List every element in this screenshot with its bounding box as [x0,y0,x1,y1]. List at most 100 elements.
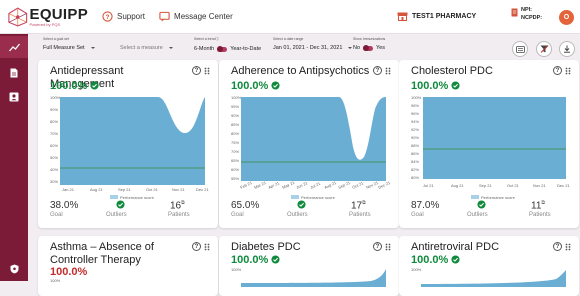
y-tick: 60% [50,143,58,148]
immunizations-no: No [353,45,361,51]
patients-label: Patients [168,212,190,218]
goal-set-value: Full Measure Set [43,45,85,51]
y-tick: 90% [411,135,419,140]
pharmacy-store-icon [397,12,408,21]
patients-count[interactable]: 16⧉ [170,200,185,211]
y-tick: 85% [231,122,239,127]
help-icon[interactable]: ? [192,66,201,75]
external-link-icon: ⧉ [181,200,185,206]
y-tick: 40% [50,167,58,172]
x-tick: Aug 21 [451,183,464,188]
help-icon[interactable]: ? [553,242,562,251]
drag-handle-icon[interactable] [385,243,391,251]
trend-right-option: Year-to-Date [230,46,262,52]
filter-button[interactable] [536,41,552,57]
card-title: Adherence to Antipsychotics [231,65,370,77]
outliers-label: Outliers [106,212,127,218]
download-icon [564,45,570,53]
x-tick: Aug 21 [90,187,103,192]
trend-label: Select a trendⓘ [194,37,220,41]
trend-chart: 100% [50,278,61,283]
sidebar-item-dashboard[interactable] [0,36,28,58]
x-tick: Apr 21 [267,180,280,190]
y-axis-ticks: 100% 95% 90% 85% 80% 75% 70% 65% 60% 55% [231,95,242,181]
x-tick: Jul 21 [309,181,321,190]
immunizations-switch[interactable] [363,45,374,51]
score-value: 100.0% [411,254,449,266]
drag-handle-icon[interactable] [565,243,571,251]
patients-label: Patients [529,212,551,218]
sidebar-item-patients[interactable] [0,86,28,108]
y-tick: 30% [50,179,58,184]
x-tick: Oct 21 [146,187,159,192]
x-tick: Aug 21 [323,180,337,190]
outliers-label: Outliers [467,212,488,218]
immunizations-yes: Yes [376,45,386,51]
patients-count[interactable]: 11⧉ [531,200,545,211]
card-score: 100.0% [231,80,280,92]
drag-handle-icon[interactable] [565,67,571,75]
trend-line-icon [8,43,20,51]
check-circle-icon [451,81,460,90]
check-circle-icon[interactable] [477,200,486,209]
trend-toggle[interactable]: Select a trendⓘ 6-Month Year-to-Date [194,37,261,52]
date-range-select[interactable]: Select a date range Jan 01, 2021 - Dec 3… [273,37,353,51]
drag-handle-icon[interactable] [204,243,210,251]
check-circle-icon[interactable] [297,200,306,209]
measure-card-antipsychotics[interactable]: Adherence to Antipsychotics 100.0% ? 100… [219,60,399,228]
measure-card-asthma[interactable]: Asthma – Absence of Controller Therapy 1… [38,236,218,296]
message-center-link[interactable]: Message Center [159,11,233,22]
pharmacy-selector[interactable]: TEST1 PHARMACY [397,12,476,21]
x-tick: Dec 21 [196,187,209,192]
brand-logo[interactable]: EQUIPP Powered by PQS [8,6,88,28]
sidebar-item-security[interactable] [0,258,28,280]
patients-count[interactable]: 17⧉ [351,200,366,211]
immunizations-toggle[interactable]: Show Immunizations No Yes [353,37,385,51]
x-tick: Oct 21 [507,183,520,188]
y-tick: 55% [231,176,239,181]
performance-area [241,269,386,287]
y-tick: 94% [411,119,419,124]
y-tick: 80% [411,175,419,180]
y-tick: 98% [411,103,419,108]
help-icon[interactable]: ? [192,242,201,251]
measure-card-antidepressant[interactable]: Antidepressant Management 100.0% ? 100% … [38,60,218,228]
check-circle-icon[interactable] [116,200,125,209]
x-tick: Nov 21 [533,183,546,188]
measure-card-cholesterol[interactable]: Cholesterol PDC 100.0% ? 100% 98% 96% 94… [399,60,579,228]
filter-icon [540,45,548,53]
y-tick: 75% [231,140,239,145]
measure-card-antiretroviral[interactable]: Antiretroviral PDC 100.0% ? 100% [399,236,579,296]
goal-value: 38.0% [50,200,79,211]
drag-handle-icon[interactable] [385,67,391,75]
score-value: 100.0% [231,254,269,266]
help-icon[interactable]: ? [553,66,562,75]
measure-card-diabetes[interactable]: Diabetes PDC 100.0% ? 100% [219,236,399,296]
external-link-icon: ⧉ [541,200,545,206]
help-icon[interactable]: ? [373,242,382,251]
help-icon[interactable]: ? [373,66,382,75]
download-button[interactable] [559,41,575,57]
trend-chart: 100% 90% 80% 70% 60% 50% 40% 30% Jan 21 … [50,95,209,200]
chevron-down-icon [90,47,95,49]
support-link[interactable]: ? Support [102,11,145,22]
patients-value: 17 [351,200,363,212]
goal-label: Goal [50,212,63,218]
list-view-button[interactable] [512,41,528,57]
trend-chart: 100% 95% 90% 85% 80% 75% 70% 65% 60% 55%… [231,95,391,200]
outliers-label: Outliers [287,212,308,218]
score-value: 100.0% [50,266,88,278]
performance-area [423,97,566,179]
user-avatar[interactable]: O [559,10,574,25]
brand-tagline: Powered by PQS [29,21,61,27]
y-tick: 60% [231,167,239,172]
immunizations-label: Show Immunizations [353,37,386,41]
message-icon [159,11,170,22]
shield-icon [10,264,18,274]
drag-handle-icon[interactable] [204,67,210,75]
measure-select[interactable]: Select a measure [120,37,173,51]
trend-switch[interactable] [217,46,228,52]
goal-set-select[interactable]: Select a goal set Full Measure Set [43,37,95,51]
x-tick: Dec 21 [557,183,570,188]
sidebar-item-reports[interactable] [0,62,28,84]
